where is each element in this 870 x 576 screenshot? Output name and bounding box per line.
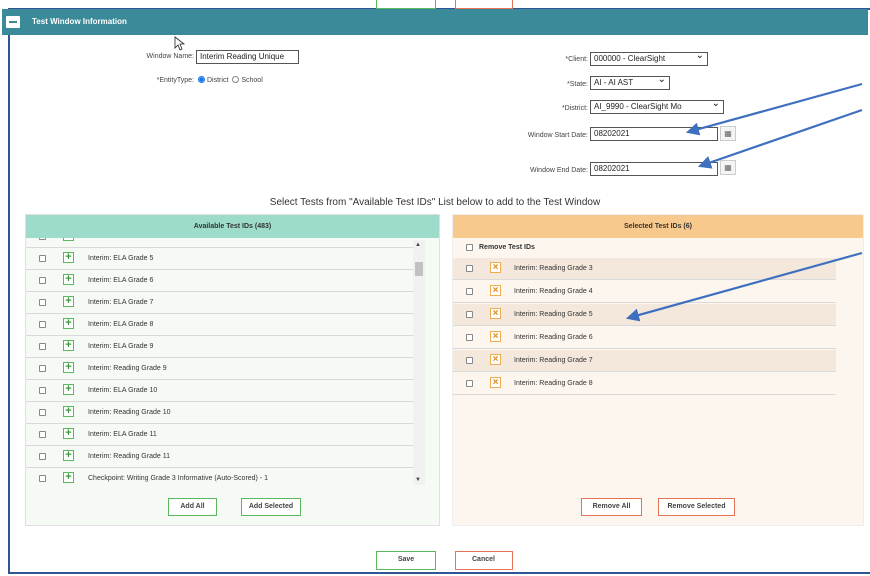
annotation-arrow [685,82,863,136]
annotation-arrow [697,108,863,169]
annotation-arrow [625,251,863,322]
annotation-overlay [625,82,863,322]
